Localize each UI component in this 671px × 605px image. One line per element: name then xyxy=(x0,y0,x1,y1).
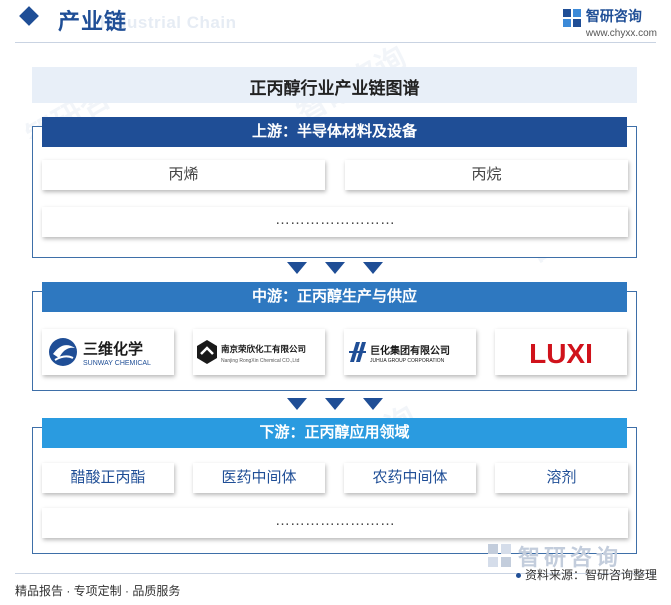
juhua-name-cn: 巨化集团有限公司 xyxy=(370,344,450,357)
sunway-name-en: SUNWAY CHEMICAL xyxy=(83,360,151,367)
diagram-title: 正丙醇行业产业链图谱 xyxy=(249,79,420,98)
downstream-item: 农药中间体 xyxy=(344,463,476,493)
brand-logo: 智研咨询 www.chyxx.com xyxy=(562,8,657,40)
juhua-name-en: JUHUA GROUP CORPORATION xyxy=(370,358,445,364)
company-logo-sunway: 三维化学 SUNWAY CHEMICAL xyxy=(42,329,174,375)
flow-arrow-icon xyxy=(287,398,307,410)
flow-arrow-icon xyxy=(325,262,345,274)
luxi-logo-icon: LUXI xyxy=(529,338,593,369)
company-logo-rongxin: 南京荣欣化工有限公司 Nanjing RongXin Chemical CO.,… xyxy=(193,329,325,375)
luxi-name: LUXI xyxy=(529,338,593,369)
sunway-name-cn: 三维化学 xyxy=(83,340,143,358)
header-title: 产业链 xyxy=(58,9,128,34)
header-divider xyxy=(15,42,656,43)
midstream-title: 中游：正丙醇生产与供应 xyxy=(42,282,627,312)
footer-slogan: 精品报告 · 专项定制 · 品质服务 xyxy=(15,584,181,598)
upstream-title: 上游：半导体材料及设备 xyxy=(42,117,627,147)
footer-brand-icon xyxy=(488,544,512,568)
flow-arrow-icon xyxy=(287,262,307,274)
downstream-section: 下游：正丙醇应用领域 醋酸正丙酯 医药中间体 农药中间体 溶剂 …………………… xyxy=(32,418,637,554)
brand-name: 智研咨询 xyxy=(585,8,642,24)
juhua-logo-icon: 巨化集团有限公司 JUHUA GROUP CORPORATION xyxy=(349,342,450,364)
downstream-item: 溶剂 xyxy=(495,463,628,493)
downstream-item: 醋酸正丙酯 xyxy=(42,463,174,493)
brand-icon xyxy=(562,9,581,27)
footer-source: 资料来源：智研咨询整理 xyxy=(515,566,657,583)
footer-source-text: 资料来源：智研咨询整理 xyxy=(524,568,657,582)
diagram-title-bar: 正丙醇行业产业链图谱 xyxy=(32,67,637,103)
flow-arrow-icon xyxy=(363,262,383,274)
downstream-item: 医药中间体 xyxy=(193,463,325,493)
upstream-item: 丙烯 xyxy=(42,160,325,190)
rongxin-name-cn: 南京荣欣化工有限公司 xyxy=(221,344,306,354)
rongxin-name-en: Nanjing RongXin Chemical CO.,Ltd xyxy=(221,358,300,364)
header-diamond-icon xyxy=(19,6,39,26)
rongxin-logo-icon: 南京荣欣化工有限公司 Nanjing RongXin Chemical CO.,… xyxy=(197,340,306,364)
upstream-section: 上游：半导体材料及设备 丙烯 丙烷 …………………… xyxy=(32,117,637,258)
company-logo-juhua: 巨化集团有限公司 JUHUA GROUP CORPORATION xyxy=(344,329,476,375)
midstream-section: 中游：正丙醇生产与供应 三维化学 SUNWAY CHEMICAL 南京荣欣化工有… xyxy=(32,282,637,391)
sunway-logo-icon: 三维化学 SUNWAY CHEMICAL xyxy=(49,338,151,367)
brand-url: www.chyxx.com xyxy=(585,28,657,39)
source-dot-icon xyxy=(515,573,521,579)
downstream-more: …………………… xyxy=(42,508,628,538)
flow-arrow-icon xyxy=(363,398,383,410)
downstream-title: 下游：正丙醇应用领域 xyxy=(42,418,627,448)
company-logo-luxi: LUXI xyxy=(495,329,627,375)
upstream-more: …………………… xyxy=(42,207,628,237)
flow-arrow-icon xyxy=(325,398,345,410)
upstream-item: 丙烷 xyxy=(345,160,628,190)
